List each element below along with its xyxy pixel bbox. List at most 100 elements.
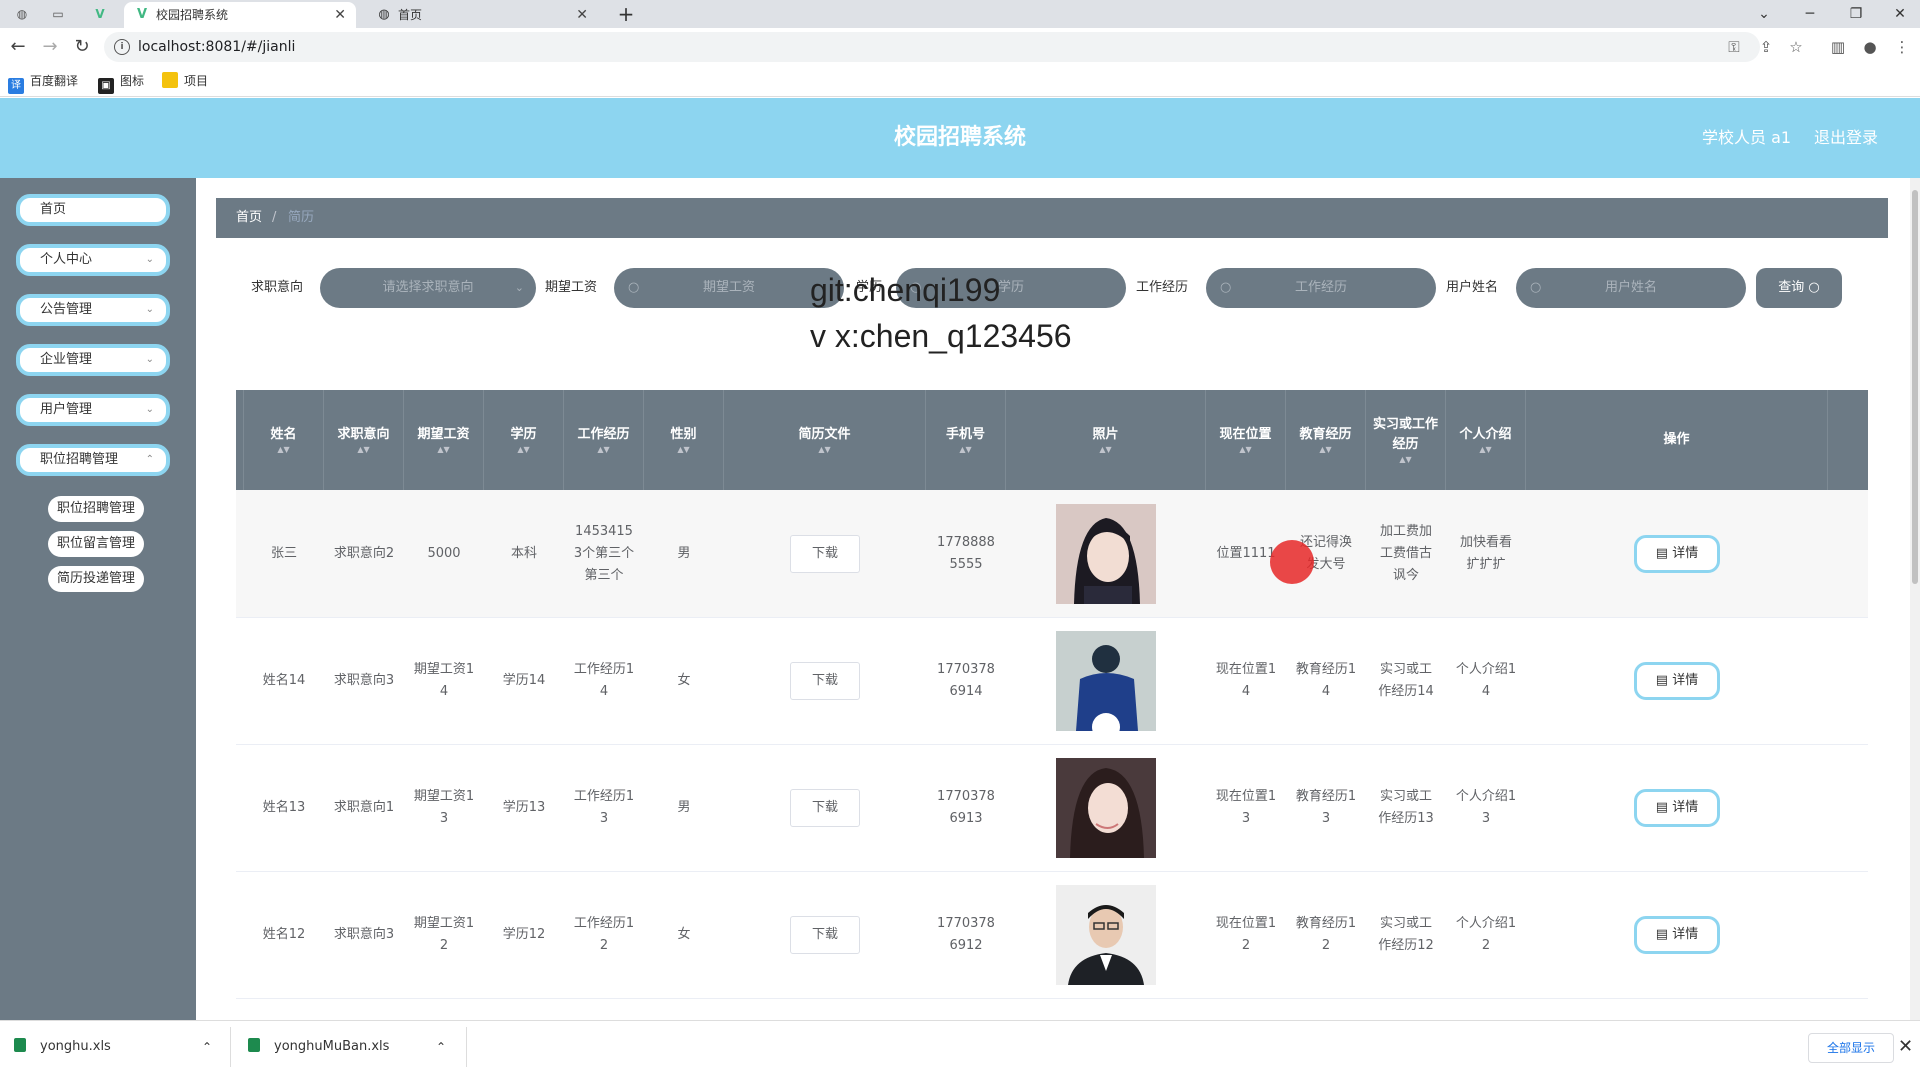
star-icon[interactable]: ☆ <box>1786 37 1806 57</box>
sidebar-item-company[interactable]: 企业管理 ⌄ <box>16 344 170 376</box>
blank-tab-icon[interactable]: ▭ <box>50 6 66 22</box>
cell-resume-file: 下载 <box>724 490 926 617</box>
logout-link[interactable]: 退出登录 <box>1814 98 1878 178</box>
column-header-education-history[interactable]: 教育经历 ▲▼ <box>1286 390 1366 490</box>
detail-button-label: 详情 <box>1672 799 1699 815</box>
back-icon[interactable]: ← <box>8 37 28 57</box>
download-button[interactable]: 下载 <box>790 788 860 827</box>
reload-icon[interactable]: ↻ <box>72 37 92 57</box>
minimize-button[interactable]: ─ <box>1790 0 1830 28</box>
profile-icon[interactable]: ● <box>1860 37 1880 57</box>
sort-icon[interactable]: ▲▼ <box>1319 445 1331 455</box>
bookmark-project[interactable]: 项目 <box>162 71 208 91</box>
bookmark-baidu-translate[interactable]: 译百度翻译 <box>8 71 78 94</box>
column-header-job-intent[interactable]: 求职意向 ▲▼ <box>324 390 404 490</box>
url-field[interactable]: i localhost:8081/#/jianli <box>104 32 1760 62</box>
cell-text: 工作经历13 <box>573 788 635 826</box>
column-header-resume-file[interactable]: 简历文件 ▲▼ <box>724 390 926 490</box>
sort-icon[interactable]: ▲▼ <box>437 445 449 455</box>
cell-text: 现在位置12 <box>1215 915 1277 953</box>
sidebar-item-home[interactable]: 首页 <box>16 194 170 226</box>
globe-icon[interactable]: ◍ <box>14 6 30 22</box>
cell-education: 学历13 <box>484 744 564 871</box>
new-tab-button[interactable]: + <box>614 2 638 26</box>
column-header-location[interactable]: 现在位置 ▲▼ <box>1206 390 1286 490</box>
chevron-up-icon[interactable]: ⌃ <box>202 1021 212 1073</box>
job-intent-select[interactable]: 请选择求职意向 ⌄ <box>320 268 536 308</box>
username-input[interactable]: ○ 用户姓名 <box>1516 268 1746 308</box>
query-button[interactable]: 查询 ○ <box>1756 268 1842 308</box>
column-header-name[interactable]: 姓名 ▲▼ <box>244 390 324 490</box>
sidebar-item-personal-center[interactable]: 个人中心 ⌄ <box>16 244 170 276</box>
close-window-button[interactable]: ✕ <box>1880 0 1920 28</box>
sidebar-item-users[interactable]: 用户管理 ⌄ <box>16 394 170 426</box>
download-button[interactable]: 下载 <box>790 534 860 573</box>
sort-icon[interactable]: ▲▼ <box>818 445 830 455</box>
chevron-down-icon: ⌄ <box>145 254 154 265</box>
sort-icon[interactable]: ▲▼ <box>1099 445 1111 455</box>
download-button[interactable]: 下载 <box>790 915 860 954</box>
sidebar-subitem-resume-delivery[interactable]: 简历投递管理 <box>48 566 144 592</box>
cell-text: 17703786913 <box>937 788 995 826</box>
download-item[interactable]: yonghuMuBan.xls ⌃ <box>248 1021 448 1073</box>
column-header-internship[interactable]: 实习或工作经历 ▲▼ <box>1366 390 1446 490</box>
column-header-title[interactable]: 标题▲▼ <box>236 390 244 490</box>
cell-phone: 17703786912 <box>926 871 1006 998</box>
download-item[interactable]: yonghu.xls ⌃ <box>14 1021 214 1073</box>
cell-text: 教育经历14 <box>1295 661 1357 699</box>
sort-icon[interactable]: ▲▼ <box>1479 445 1491 455</box>
column-header-phone[interactable]: 手机号 ▲▼ <box>926 390 1006 490</box>
key-icon[interactable]: ⚿ <box>1724 37 1744 57</box>
breadcrumb-home[interactable]: 首页 <box>236 198 262 238</box>
sidepanel-icon[interactable]: ▥ <box>1828 37 1848 57</box>
detail-button[interactable]: ▤ 详情 <box>1634 534 1720 573</box>
cell-text: 实习或工作经历14 <box>1378 661 1434 699</box>
download-button[interactable]: 下载 <box>790 661 860 700</box>
sidebar-item-notice[interactable]: 公告管理 ⌄ <box>16 294 170 326</box>
cell-text: 工作经历12 <box>573 915 635 953</box>
experience-input[interactable]: ○ 工作经历 <box>1206 268 1436 308</box>
sidebar-subitem-job-message[interactable]: 职位留言管理 <box>48 531 144 557</box>
tab-home[interactable]: ◍ 首页 ✕ <box>366 2 598 28</box>
sort-icon[interactable]: ▲▼ <box>357 445 369 455</box>
sort-icon[interactable]: ▲▼ <box>677 445 689 455</box>
column-header-experience[interactable]: 工作经历 ▲▼ <box>564 390 644 490</box>
vue-icon[interactable]: V <box>92 6 108 22</box>
show-all-button[interactable]: 全部显示 <box>1808 1033 1894 1063</box>
column-header-intro[interactable]: 个人介绍 ▲▼ <box>1446 390 1526 490</box>
detail-button-label: 详情 <box>1672 926 1699 942</box>
sort-icon[interactable]: ▲▼ <box>959 445 971 455</box>
column-header-education[interactable]: 学历 ▲▼ <box>484 390 564 490</box>
column-header-salary[interactable]: 期望工资 ▲▼ <box>404 390 484 490</box>
chevron-up-icon[interactable]: ⌃ <box>436 1021 446 1073</box>
close-icon[interactable]: ✕ <box>334 2 346 28</box>
tab-campus-recruit[interactable]: V 校园招聘系统 ✕ <box>124 2 356 28</box>
url-text[interactable]: localhost:8081/#/jianli <box>138 32 295 62</box>
sort-icon[interactable]: ▲▼ <box>1399 455 1411 465</box>
restore-button[interactable]: ❐ <box>1836 0 1876 28</box>
detail-button[interactable]: ▤ 详情 <box>1634 915 1720 954</box>
sort-icon[interactable]: ▲▼ <box>517 445 529 455</box>
cell-text: 姓名14 <box>262 672 306 688</box>
cell-actions: ▤ 详情 <box>1526 871 1828 998</box>
close-icon[interactable]: ✕ <box>1898 1021 1913 1073</box>
bookmark-icons[interactable]: ▣ 图标 <box>98 71 144 94</box>
forward-icon[interactable]: → <box>40 37 60 57</box>
detail-button[interactable]: ▤ 详情 <box>1634 788 1720 827</box>
close-icon[interactable]: ✕ <box>576 2 588 28</box>
sidebar-item-job-recruit[interactable]: 职位招聘管理 ⌃ <box>16 444 170 476</box>
share-icon[interactable]: ⇪ <box>1756 37 1776 57</box>
scrollbar-thumb[interactable] <box>1912 190 1918 584</box>
sort-icon[interactable]: ▲▼ <box>1239 445 1251 455</box>
detail-button[interactable]: ▤ 详情 <box>1634 661 1720 700</box>
tab-search-icon[interactable]: ⌄ <box>1744 0 1784 28</box>
sort-icon[interactable]: ▲▼ <box>597 445 609 455</box>
column-header-photo[interactable]: 照片 ▲▼ <box>1006 390 1206 490</box>
sort-icon[interactable]: ▲▼ <box>277 445 289 455</box>
job-intent-label: 求职意向 <box>251 280 304 295</box>
sidebar-subitem-job-recruit[interactable]: 职位招聘管理 <box>48 496 144 522</box>
column-header-gender[interactable]: 性别 ▲▼ <box>644 390 724 490</box>
info-icon[interactable]: i <box>114 39 130 55</box>
menu-dots-icon[interactable]: ⋮ <box>1892 37 1912 57</box>
salary-label: 期望工资 <box>545 280 598 295</box>
